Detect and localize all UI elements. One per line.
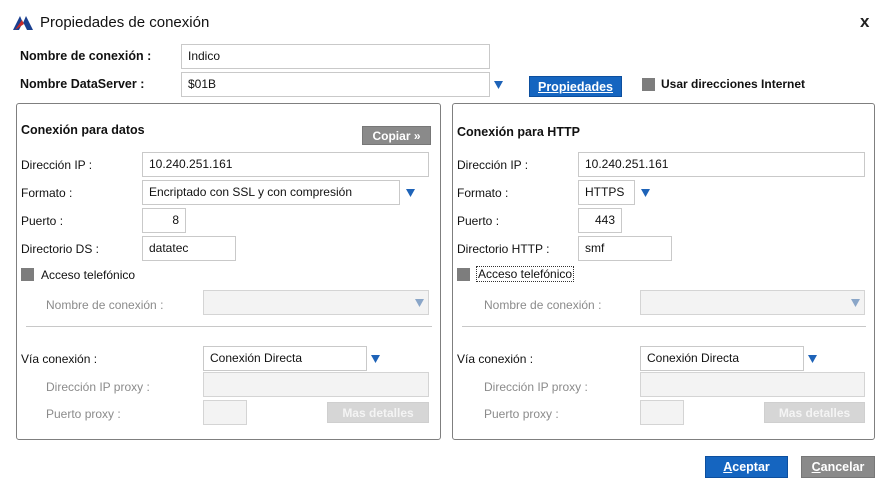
internet-checkbox-label: Usar direcciones Internet bbox=[661, 77, 806, 91]
http-more-details-button: Mas detalles bbox=[764, 402, 865, 423]
data-format-chevron-down-icon[interactable] bbox=[402, 181, 418, 205]
http-phone-checkbox[interactable] bbox=[457, 268, 470, 281]
http-conn-name-chevron-down-icon bbox=[847, 291, 863, 315]
accept-label: ceptar bbox=[732, 460, 770, 474]
accept-mnemonic: A bbox=[723, 460, 733, 474]
data-panel-title: Conexión para datos bbox=[21, 123, 145, 137]
data-conn-name-chevron-down-icon bbox=[411, 291, 427, 315]
http-port-input[interactable]: 443 bbox=[578, 208, 622, 233]
close-icon[interactable]: x bbox=[860, 12, 869, 32]
data-ip-input[interactable]: 10.240.251.161 bbox=[142, 152, 429, 177]
http-panel-title: Conexión para HTTP bbox=[457, 125, 580, 139]
data-proxy-port-label: Puerto proxy : bbox=[46, 407, 121, 421]
http-proxy-ip-input bbox=[640, 372, 865, 397]
data-proxy-ip-label: Dirección IP proxy : bbox=[46, 380, 150, 394]
app-logo-icon bbox=[12, 14, 34, 32]
data-port-input[interactable]: 8 bbox=[142, 208, 186, 233]
dataserver-label: Nombre DataServer : bbox=[20, 77, 145, 91]
data-format-label: Formato : bbox=[21, 186, 73, 200]
connection-name-label: Nombre de conexión : bbox=[20, 49, 152, 63]
http-divider bbox=[462, 326, 866, 327]
internet-checkbox[interactable] bbox=[642, 78, 655, 91]
http-proxy-ip-label: Dirección IP proxy : bbox=[484, 380, 588, 394]
properties-button[interactable]: Propiedades bbox=[529, 76, 622, 97]
data-via-label: Vía conexión : bbox=[21, 352, 98, 366]
data-dir-label: Directorio DS : bbox=[21, 242, 100, 256]
http-dir-input[interactable]: smf bbox=[578, 236, 672, 261]
data-port-label: Puerto : bbox=[21, 214, 64, 228]
cancel-mnemonic: C bbox=[811, 460, 821, 474]
data-phone-checkbox[interactable] bbox=[21, 268, 34, 281]
http-conn-name-select bbox=[640, 290, 865, 315]
http-via-select[interactable]: Conexión Directa bbox=[640, 346, 804, 371]
http-format-chevron-down-icon[interactable] bbox=[637, 181, 653, 205]
data-proxy-port-input bbox=[203, 400, 247, 425]
accept-button[interactable]: Aceptar bbox=[705, 456, 788, 478]
data-proxy-ip-input bbox=[203, 372, 429, 397]
http-port-label: Puerto : bbox=[457, 214, 500, 228]
data-via-chevron-down-icon[interactable] bbox=[367, 347, 383, 371]
data-phone-label: Acceso telefónico bbox=[41, 268, 136, 282]
http-ip-label: Dirección IP : bbox=[457, 158, 529, 172]
http-format-label: Formato : bbox=[457, 186, 509, 200]
http-ip-input[interactable]: 10.240.251.161 bbox=[578, 152, 865, 177]
http-phone-label: Acceso telefónico bbox=[476, 266, 575, 282]
data-dir-input[interactable]: datatec bbox=[142, 236, 236, 261]
http-proxy-port-input bbox=[640, 400, 684, 425]
http-proxy-port-label: Puerto proxy : bbox=[484, 407, 559, 421]
data-conn-name-select bbox=[203, 290, 429, 315]
http-via-chevron-down-icon[interactable] bbox=[804, 347, 820, 371]
data-more-details-button: Mas detalles bbox=[327, 402, 429, 423]
data-divider bbox=[26, 326, 432, 327]
data-ip-label: Dirección IP : bbox=[21, 158, 93, 172]
http-format-select[interactable]: HTTPS bbox=[578, 180, 635, 205]
cancel-label: ancelar bbox=[820, 460, 865, 474]
http-dir-label: Directorio HTTP : bbox=[457, 242, 550, 256]
copy-button[interactable]: Copiar » bbox=[362, 126, 431, 145]
window-title: Propiedades de conexión bbox=[40, 14, 210, 31]
cancel-button[interactable]: Cancelar bbox=[801, 456, 875, 478]
http-conn-name-label: Nombre de conexión : bbox=[484, 298, 602, 312]
properties-button-label: Propiedades bbox=[537, 79, 614, 94]
dataserver-chevron-down-icon[interactable] bbox=[490, 73, 506, 97]
data-via-select[interactable]: Conexión Directa bbox=[203, 346, 367, 371]
data-format-select[interactable]: Encriptado con SSL y con compresión bbox=[142, 180, 400, 205]
http-via-label: Vía conexión : bbox=[457, 352, 534, 366]
data-conn-name-label: Nombre de conexión : bbox=[46, 298, 164, 312]
dataserver-select[interactable]: $01B bbox=[181, 72, 490, 97]
connection-name-input[interactable]: Indico bbox=[181, 44, 490, 69]
